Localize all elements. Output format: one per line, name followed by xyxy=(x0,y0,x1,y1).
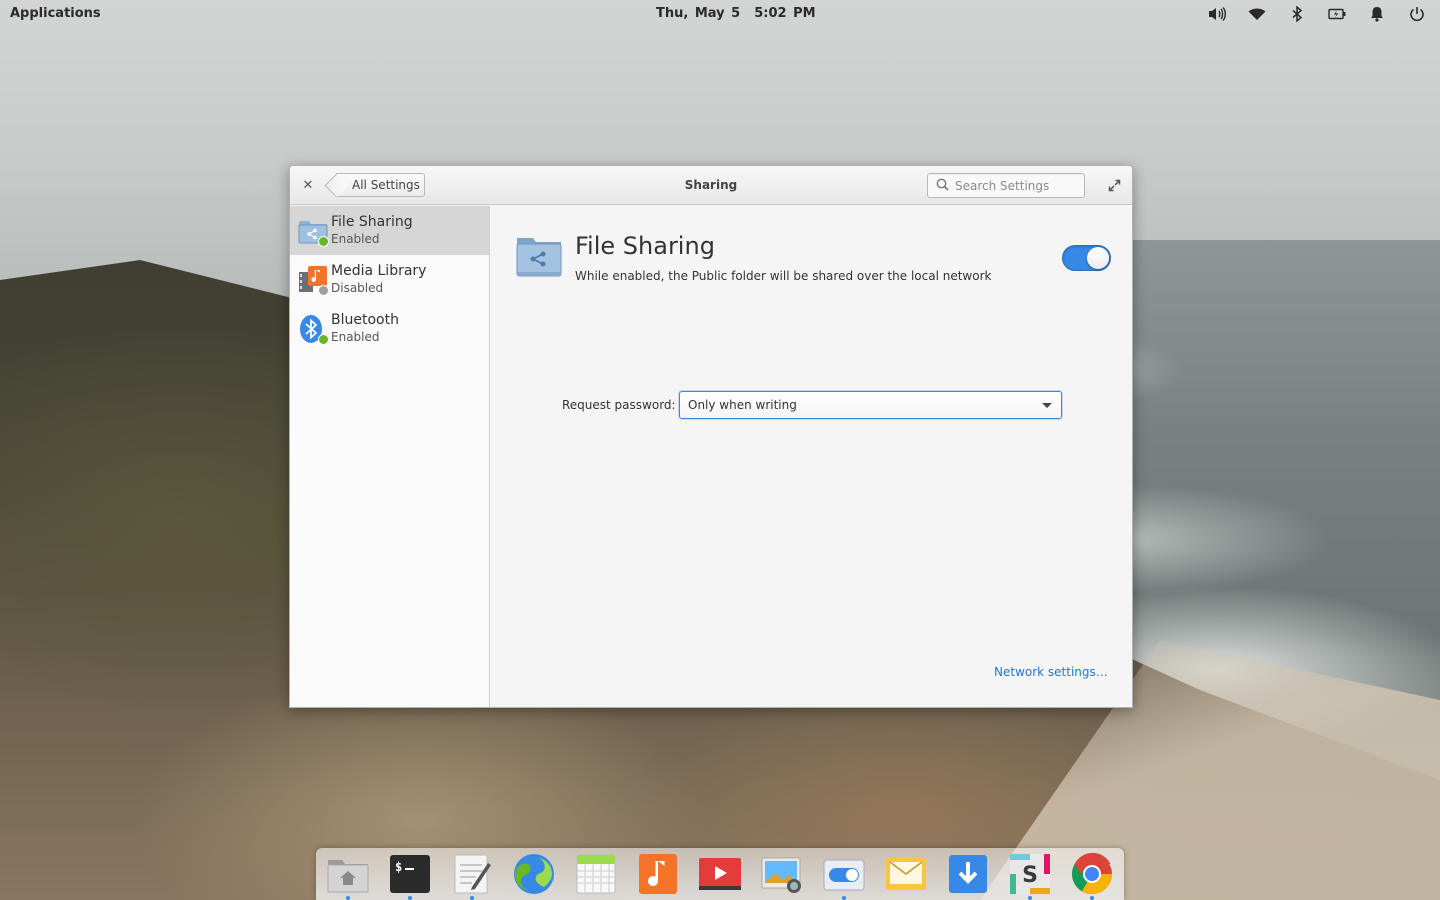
status-dot-icon xyxy=(318,285,329,296)
search-box[interactable] xyxy=(927,173,1085,198)
videos-icon[interactable] xyxy=(698,852,742,896)
search-icon xyxy=(936,178,949,194)
request-password-value: Only when writing xyxy=(688,398,797,412)
system-settings-icon[interactable] xyxy=(822,852,866,896)
music-icon[interactable] xyxy=(636,852,680,896)
panel-time: 5:02 PM xyxy=(754,6,816,21)
power-icon[interactable] xyxy=(1408,5,1426,23)
network-settings-link[interactable]: Network settings… xyxy=(994,665,1108,679)
close-button[interactable]: ✕ xyxy=(300,177,316,193)
running-indicator xyxy=(408,896,412,900)
sidebar-item-bluetooth[interactable]: Bluetooth Enabled xyxy=(290,304,489,353)
battery-icon[interactable] xyxy=(1328,5,1346,23)
request-password-select[interactable]: Only when writing xyxy=(679,391,1062,419)
terminal-icon[interactable]: $ xyxy=(388,852,432,896)
sidebar-item-file-sharing[interactable]: File Sharing Enabled xyxy=(290,206,489,255)
downloads-icon[interactable] xyxy=(946,852,990,896)
sidebar-item-status: Disabled xyxy=(331,281,384,295)
files-icon[interactable] xyxy=(326,852,370,896)
sidebar-item-label: File Sharing xyxy=(331,214,413,230)
close-icon: ✕ xyxy=(302,177,314,193)
settings-window: ✕ All Settings Sharing Search Settings F… xyxy=(289,165,1133,708)
sidebar-item-label: Bluetooth xyxy=(331,312,399,328)
wifi-icon[interactable] xyxy=(1248,5,1266,23)
maximize-button[interactable] xyxy=(1106,177,1122,193)
sidebar-item-status: Enabled xyxy=(331,330,380,344)
running-indicator xyxy=(1028,896,1032,900)
window-titlebar[interactable]: ✕ All Settings Sharing xyxy=(290,166,1132,205)
bluetooth-icon[interactable] xyxy=(1288,5,1306,23)
folder-share-icon xyxy=(515,236,563,278)
panel-clock[interactable]: Thu, May 5 5:02 PM xyxy=(656,6,830,21)
status-dot-icon xyxy=(318,236,329,247)
file-sharing-toggle[interactable] xyxy=(1062,245,1111,271)
running-indicator xyxy=(346,896,350,900)
running-indicator xyxy=(1090,896,1094,900)
dropdown-arrow-icon xyxy=(1042,403,1052,408)
request-password-label: Request password: xyxy=(562,398,676,412)
status-dot-icon xyxy=(318,334,329,345)
maximize-icon xyxy=(1108,179,1120,191)
chrome-icon[interactable] xyxy=(1070,852,1114,896)
notifications-icon[interactable] xyxy=(1368,5,1386,23)
photos-icon[interactable] xyxy=(760,852,804,896)
calendar-icon[interactable] xyxy=(574,852,618,896)
sidebar-item-media-library[interactable]: Media Library Disabled xyxy=(290,255,489,304)
mail-icon[interactable] xyxy=(884,852,928,896)
svg-text:$: $ xyxy=(395,860,402,874)
all-settings-button[interactable]: All Settings xyxy=(336,173,425,197)
web-browser-icon[interactable] xyxy=(512,852,556,896)
running-indicator xyxy=(842,896,846,900)
sidebar-item-status: Enabled xyxy=(331,232,380,246)
toggle-knob xyxy=(1087,247,1109,269)
search-input[interactable] xyxy=(955,178,1075,193)
text-editor-icon[interactable] xyxy=(450,852,494,896)
running-indicator xyxy=(470,896,474,900)
volume-icon[interactable] xyxy=(1208,5,1226,23)
sidebar: File Sharing Enabled Media Library Disab… xyxy=(290,206,490,707)
page-description: While enabled, the Public folder will be… xyxy=(575,269,992,283)
slack-icon[interactable]: S xyxy=(1008,852,1052,896)
sidebar-item-label: Media Library xyxy=(331,263,427,279)
svg-text:S: S xyxy=(1022,863,1038,888)
folder-share-icon xyxy=(297,215,329,247)
top-panel: Applications Thu, May 5 5:02 PM xyxy=(0,0,1440,30)
panel-date: Thu, May 5 xyxy=(656,6,741,21)
applications-menu[interactable]: Applications xyxy=(10,6,101,21)
page-title: File Sharing xyxy=(575,232,715,260)
bluetooth-icon xyxy=(297,313,329,345)
media-library-icon xyxy=(297,264,329,296)
panel-indicators xyxy=(1208,5,1426,23)
content-pane: File Sharing While enabled, the Public f… xyxy=(491,206,1132,707)
